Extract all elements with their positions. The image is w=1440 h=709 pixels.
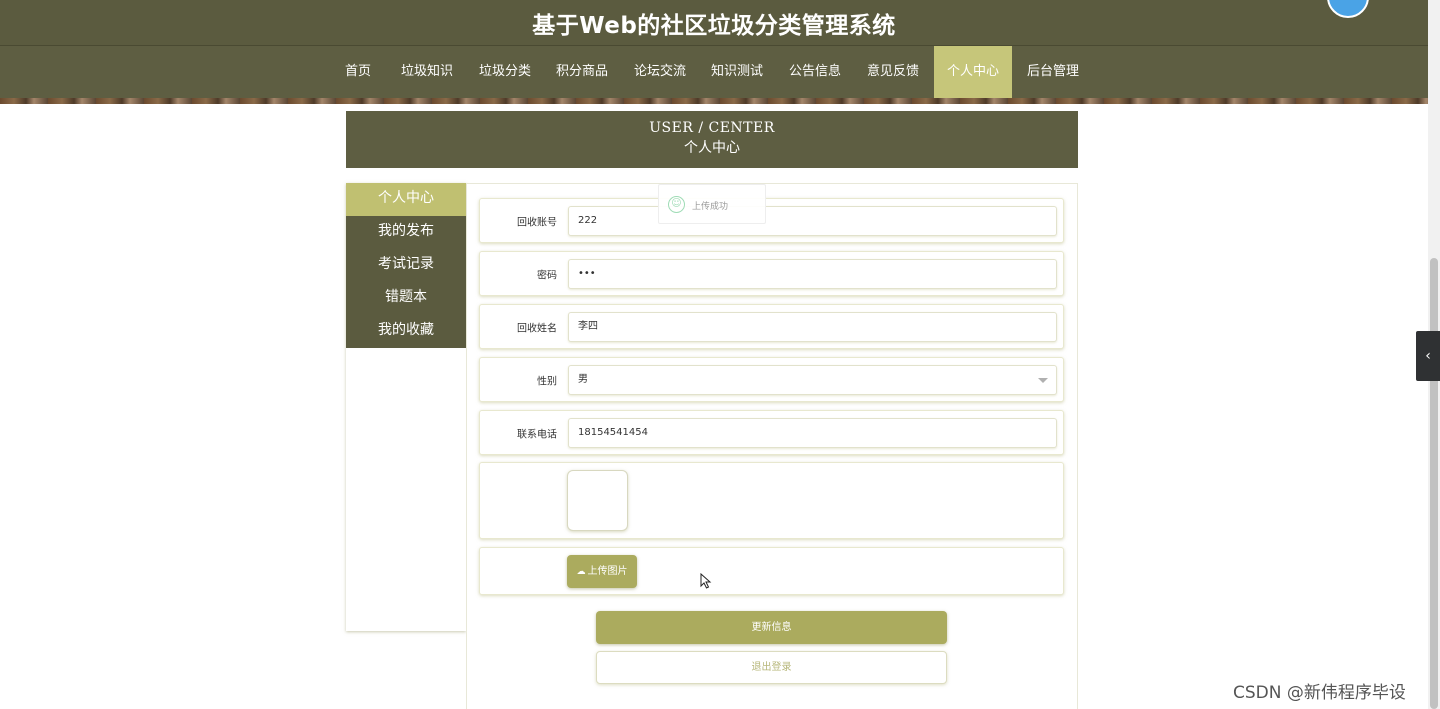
form-row-name: 回收姓名 李四 — [479, 304, 1064, 349]
chevron-left-icon[interactable]: ‹ — [1416, 331, 1440, 381]
logout-button[interactable]: 退出登录 — [596, 651, 947, 684]
nav-item-personal-center[interactable]: 个人中心 — [934, 46, 1012, 98]
nav-item-garbage-classification[interactable]: 垃圾分类 — [474, 46, 536, 98]
phone-input[interactable]: 18154541454 — [568, 418, 1057, 448]
form-row-phone: 联系电话 18154541454 — [479, 410, 1064, 455]
site-title: 基于Web的社区垃圾分类管理系统 — [532, 13, 896, 39]
update-info-button[interactable]: 更新信息 — [596, 611, 947, 644]
nav-item-admin[interactable]: 后台管理 — [1022, 46, 1084, 98]
gender-select[interactable]: 男 — [568, 365, 1057, 395]
side-item-my-posts[interactable]: 我的发布 — [346, 216, 466, 249]
title-bar: 基于Web的社区垃圾分类管理系统 — [0, 0, 1428, 46]
nav-item-points-goods[interactable]: 积分商品 — [551, 46, 613, 98]
password-label: 密码 — [537, 270, 557, 281]
section-header: USER / CENTER 个人中心 — [346, 111, 1078, 168]
nav-item-forum[interactable]: 论坛交流 — [629, 46, 691, 98]
form-row-account: 回收账号 222 — [479, 198, 1064, 243]
scrollbar-thumb[interactable] — [1430, 258, 1438, 709]
nav-item-feedback[interactable]: 意见反馈 — [862, 46, 924, 98]
name-input[interactable]: 李四 — [568, 312, 1057, 342]
section-title-cn: 个人中心 — [684, 140, 740, 156]
upload-success-toast: ☺ 上传成功 — [658, 184, 766, 224]
account-input[interactable]: 222 — [568, 206, 1057, 236]
section-title-en: USER / CENTER — [649, 120, 775, 136]
banner-image — [0, 98, 1428, 104]
form-row-password: 密码 ••• — [479, 251, 1064, 296]
account-label: 回收账号 — [517, 217, 557, 228]
side-item-wrong-questions[interactable]: 错题本 — [346, 282, 466, 315]
gender-select-value: 男 — [578, 374, 588, 385]
nav-item-announcements[interactable]: 公告信息 — [784, 46, 846, 98]
main-nav: 首页 垃圾知识 垃圾分类 积分商品 论坛交流 知识测试 公告信息 意见反馈 个人… — [0, 46, 1428, 98]
form-row-upload: ☁ 上传图片 — [479, 547, 1064, 595]
side-item-exam-records[interactable]: 考试记录 — [346, 249, 466, 282]
phone-label: 联系电话 — [517, 429, 557, 440]
nav-item-knowledge-test[interactable]: 知识测试 — [706, 46, 768, 98]
watermark: CSDN @新伟程序毕设 — [1233, 683, 1406, 703]
uploaded-image-thumbnail[interactable] — [567, 470, 628, 531]
nav-item-garbage-knowledge[interactable]: 垃圾知识 — [396, 46, 458, 98]
side-menu: 个人中心 我的发布 考试记录 错题本 我的收藏 — [346, 183, 466, 631]
gender-label: 性别 — [537, 376, 557, 387]
password-input[interactable]: ••• — [568, 259, 1057, 289]
name-label: 回收姓名 — [517, 323, 557, 334]
cloud-upload-icon: ☁ — [576, 567, 586, 577]
form-row-gender: 性别 男 — [479, 357, 1064, 402]
upload-image-label: 上传图片 — [587, 566, 628, 577]
nav-item-home[interactable]: 首页 — [339, 46, 377, 98]
form-row-avatar-image — [479, 462, 1064, 539]
smile-icon: ☺ — [668, 196, 685, 213]
side-item-personal-center[interactable]: 个人中心 — [346, 183, 466, 216]
side-item-favorites[interactable]: 我的收藏 — [346, 315, 466, 348]
chevron-down-icon — [1038, 378, 1048, 383]
toast-message: 上传成功 — [692, 202, 729, 212]
mouse-cursor-icon — [700, 573, 712, 589]
upload-image-button[interactable]: ☁ 上传图片 — [567, 555, 637, 588]
